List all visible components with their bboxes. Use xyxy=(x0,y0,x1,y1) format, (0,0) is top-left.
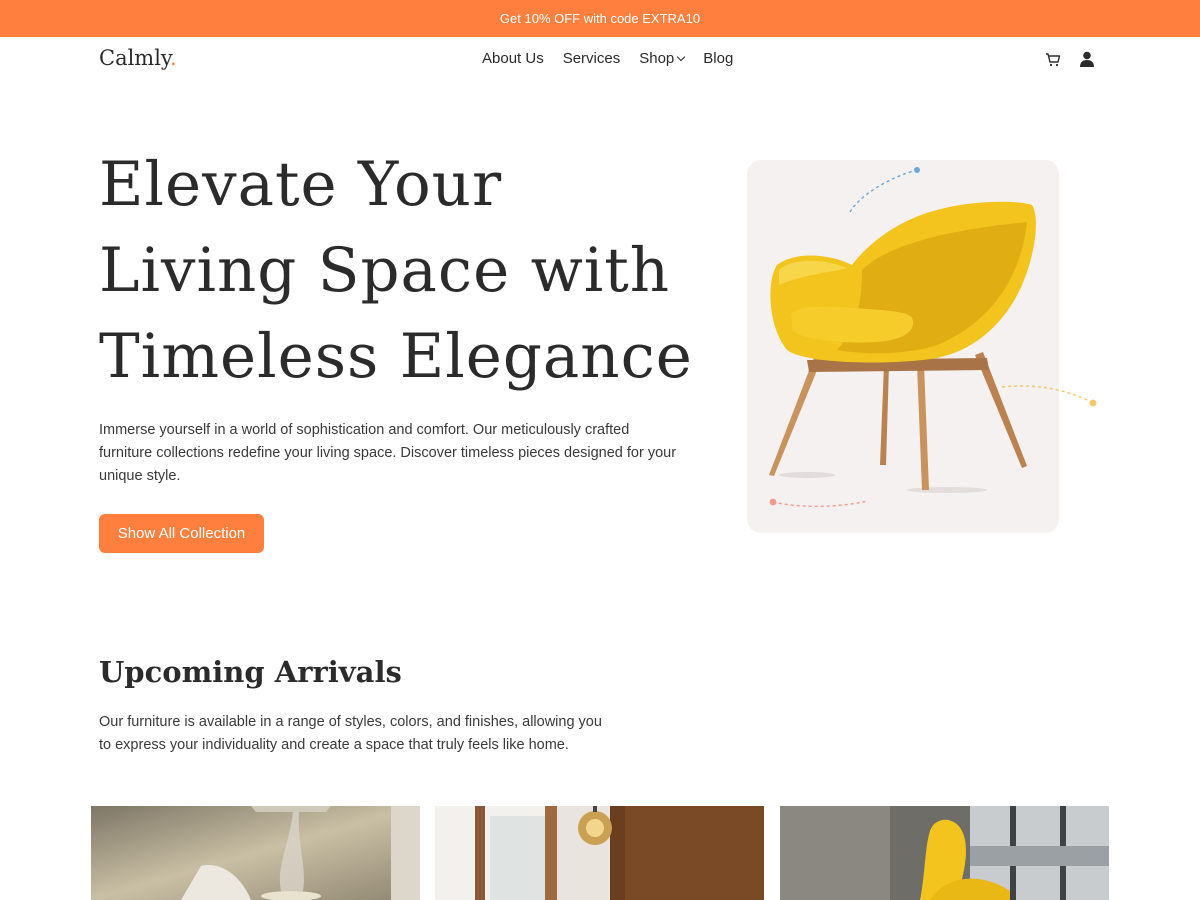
logo-text: Calmly xyxy=(99,46,171,70)
arrivals-gallery xyxy=(91,806,1109,900)
nav-blog[interactable]: Blog xyxy=(703,50,733,67)
show-all-collection-button[interactable]: Show All Collection xyxy=(99,514,264,553)
nav-shop[interactable]: Shop xyxy=(639,50,686,67)
hero-title: Elevate Your Living Space with Timeless … xyxy=(99,142,699,400)
hero-title-line: Living Space with xyxy=(99,235,671,306)
promo-text: Get 10% OFF with code EXTRA10 xyxy=(499,11,701,26)
section-description: Our furniture is available in a range of… xyxy=(99,714,602,753)
hero-title-line: Elevate Your xyxy=(99,149,503,220)
section-title: Upcoming Arrivals xyxy=(99,655,402,689)
cart-icon[interactable] xyxy=(1044,50,1062,68)
nav-blog-label: Blog xyxy=(703,50,734,67)
user-icon[interactable] xyxy=(1078,50,1096,68)
arrival-image-lamp[interactable] xyxy=(91,806,420,900)
arrival-image-window-chair[interactable] xyxy=(780,806,1109,900)
logo-dot: . xyxy=(170,46,177,70)
logo[interactable]: Calmly. xyxy=(99,46,177,70)
main-nav: About Us Services Shop Blog xyxy=(482,50,752,67)
nav-services[interactable]: Services xyxy=(563,50,621,67)
decorative-dashed-lines xyxy=(769,167,1097,508)
nav-about-us-label: About Us xyxy=(482,50,544,67)
nav-services-label: Services xyxy=(562,50,621,67)
top-navigation: Calmly. About Us Services Shop Blog xyxy=(0,37,1200,81)
header-actions xyxy=(1044,50,1096,68)
nav-shop-label: Shop xyxy=(639,50,675,67)
arrival-image-pendant[interactable] xyxy=(435,806,764,900)
nav-about-us[interactable]: About Us xyxy=(482,50,544,67)
chevron-down-icon xyxy=(677,52,686,62)
hero-description: Immerse yourself in a world of sophistic… xyxy=(99,422,677,484)
promo-banner: Get 10% OFF with code EXTRA10 xyxy=(0,0,1200,37)
hero-title-line: Timeless Elegance xyxy=(99,321,693,392)
